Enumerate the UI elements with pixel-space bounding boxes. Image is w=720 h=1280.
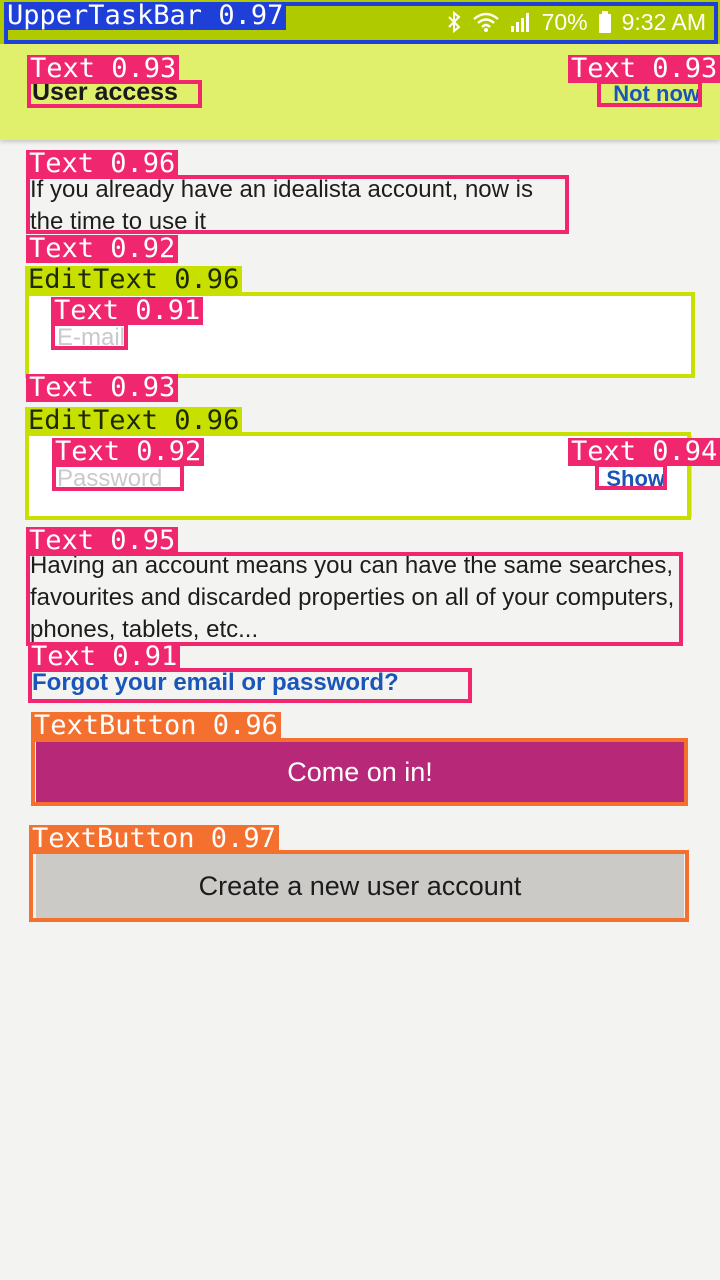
create-account-button[interactable]: Create a new user account <box>36 854 684 918</box>
detection-label: Text 0.92 <box>26 235 179 263</box>
detection-label: TextButton 0.96 <box>31 712 281 740</box>
bluetooth-icon <box>446 10 462 34</box>
detection-label: Text 0.93 <box>568 55 720 83</box>
detection-label: Text 0.91 <box>28 643 181 671</box>
battery-icon <box>598 10 612 34</box>
password-input[interactable] <box>57 462 577 496</box>
detection-label: Text 0.93 <box>27 55 180 83</box>
email-input[interactable] <box>57 321 577 355</box>
status-indicators: 70% 9:32 AM <box>446 6 706 38</box>
show-password-toggle[interactable]: Show <box>606 466 665 492</box>
detection-label: TextButton 0.97 <box>29 825 279 853</box>
battery-percent: 70% <box>541 8 588 35</box>
not-now-link[interactable]: Not now <box>613 81 700 107</box>
clock: 9:32 AM <box>621 8 706 35</box>
account-info-text: Having an account means you can have the… <box>30 552 675 643</box>
detection-label: Text 0.96 <box>26 150 179 178</box>
detection-label: Text 0.95 <box>26 527 179 555</box>
detection-label: EditText 0.96 <box>25 266 243 294</box>
detection-label: Text 0.91 <box>51 297 204 325</box>
detection-label: Text 0.93 <box>26 374 179 402</box>
detection-label: Text 0.94 <box>568 438 720 466</box>
detection-label: UpperTaskBar 0.97 <box>4 2 287 30</box>
detection-label: EditText 0.96 <box>25 407 243 435</box>
detection-label: Text 0.92 <box>52 438 205 466</box>
signal-icon <box>510 11 532 33</box>
come-on-in-button[interactable]: Come on in! <box>36 742 684 802</box>
intro-text: If you already have an idealista account… <box>30 176 533 235</box>
wifi-icon <box>472 11 500 33</box>
forgot-credentials-link[interactable]: Forgot your email or password? <box>32 669 399 697</box>
